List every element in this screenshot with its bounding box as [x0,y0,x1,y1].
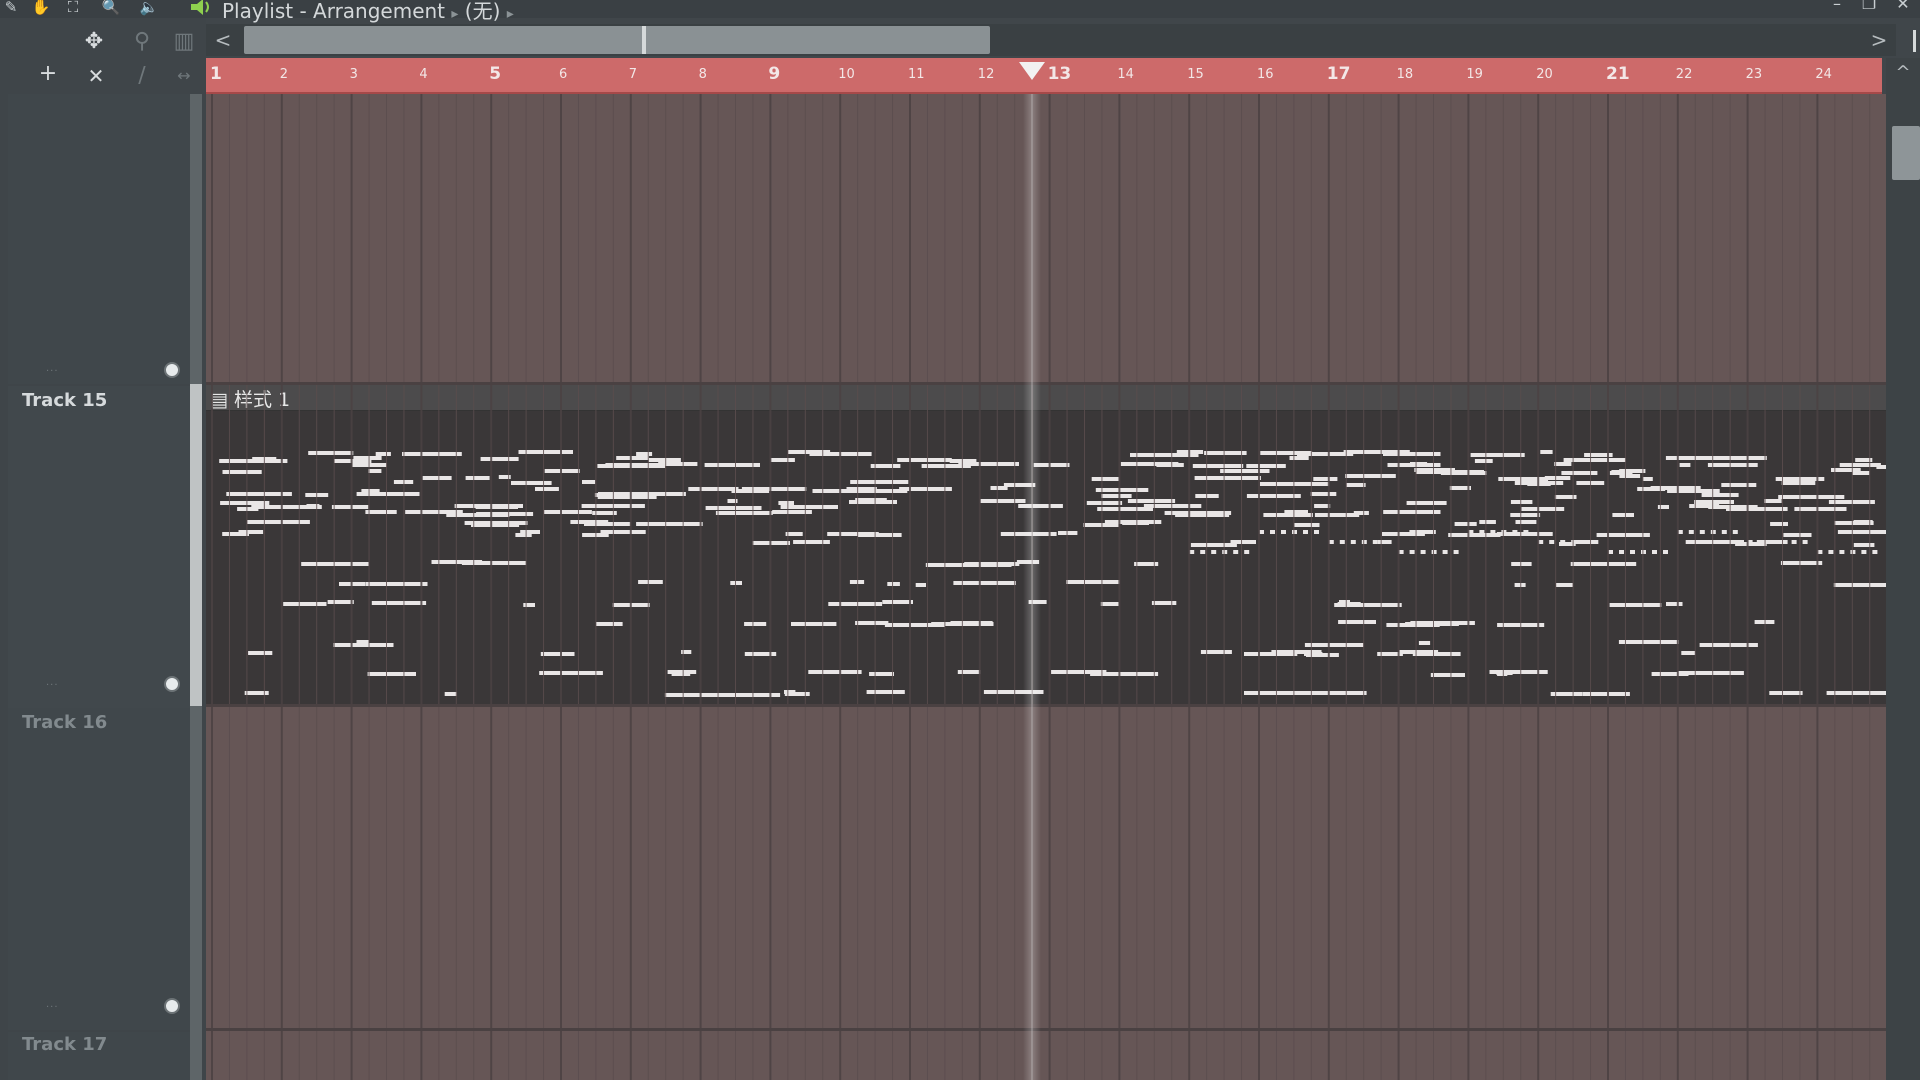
ruler-bar-number: 9 [768,64,781,84]
scroll-right-icon[interactable]: > [1862,24,1896,56]
ruler-bar-number: 21 [1606,64,1630,84]
breadcrumb-pattern[interactable]: (无) [465,0,501,23]
track-resize-grip[interactable]: ··· [46,366,59,377]
ruler-bar-number: 5 [489,64,502,84]
ruler-bar-number: 24 [1815,67,1832,82]
track-enable-dot[interactable] [164,362,180,378]
snap-icon[interactable]: ✥ [80,28,108,56]
ruler-bar-number: 11 [908,67,925,82]
track-header[interactable]: ··· [8,94,190,384]
minimize-icon[interactable]: – [1826,0,1848,14]
zoom-tool-icon[interactable]: 🔍 [100,0,122,16]
track-name: Track 16 [22,712,108,733]
playlist-tools: ✥ ⚲ ▥ + ✕ ∕ ↔ [0,18,206,94]
playlist-grid[interactable]: ▤ 样式 1 [206,94,1886,1080]
playhead-marker-icon[interactable] [1019,62,1046,80]
ruler-bar-number: 8 [698,67,707,82]
track-enable-dot[interactable] [164,676,180,692]
track-resize-grip[interactable]: ··· [46,680,59,691]
ruler-bar-number: 22 [1675,67,1693,82]
playlist-speaker-icon [191,0,209,15]
paint-tool-icon[interactable]: ✋ [30,0,52,16]
lane-divider [206,1028,1886,1031]
select-tool-icon[interactable]: ⛶ [62,0,84,16]
window-edge-marker [1913,30,1916,52]
track-headers: ··· Track 15 ··· Track 16 ··· Track 17 [0,94,206,1080]
title-label: Playlist - Arrangement [222,0,446,23]
ruler-bar-number: 16 [1257,67,1274,82]
beat-grid [211,94,1871,1080]
lane-divider [206,704,1886,707]
ruler-bar-number: 7 [628,67,638,82]
bars-icon[interactable]: ▥ [170,28,198,56]
ruler-bar-number: 20 [1536,67,1553,82]
fl-studio-playlist-window: ✎ ✋ ⛶ 🔍 🔈 Playlist - Arrangement ▸ (无) ▸… [0,0,1920,1080]
delete-icon[interactable]: ✕ [82,62,110,90]
ruler-bar-number: 15 [1187,67,1204,82]
ruler-bar-number: 2 [279,67,289,82]
track-header[interactable]: Track 17 [8,1032,190,1080]
scroll-left-icon[interactable]: < [206,24,240,56]
ruler-bar-number: 4 [419,67,428,82]
add-track-icon[interactable]: + [34,60,62,88]
ruler-bar-number: 1 [210,64,222,84]
title-bar: ✎ ✋ ⛶ 🔍 🔈 Playlist - Arrangement ▸ (无) ▸… [0,0,1920,23]
horizontal-scrollbar[interactable]: < > [206,24,1896,56]
breadcrumb-separator: ▸ [451,6,459,22]
draw-tool-icon[interactable]: ✎ [0,0,22,16]
track-divider [190,94,202,384]
playhead-line [1023,94,1042,1080]
ruler-bar-number: 13 [1047,64,1072,84]
stretch-icon[interactable]: ↔ [170,62,198,90]
track-resize-grip[interactable]: ··· [46,1002,59,1013]
ruler-bar-number: 12 [977,67,995,82]
track-header[interactable]: Track 15 ··· [8,386,190,708]
track-name: Track 17 [22,1034,108,1055]
close-icon[interactable]: ✕ [1892,0,1914,14]
ruler-bar-number: 19 [1466,67,1483,82]
breadcrumb-end: ▸ [506,6,514,22]
ruler-bar-number: 14 [1117,67,1134,82]
track-divider [190,384,202,706]
restore-icon[interactable]: ❐ [1858,0,1880,14]
vertical-scrollbar[interactable]: ^ [1886,58,1920,1080]
track-name: Track 15 [22,390,108,411]
scroll-thumb[interactable] [244,26,990,54]
lane-divider [206,382,1886,385]
vertical-scroll-thumb[interactable] [1892,126,1920,180]
slide-icon[interactable]: ∕ [128,62,156,90]
scroll-up-icon[interactable]: ^ [1886,62,1920,86]
link-icon[interactable]: ⚲ [128,28,156,56]
track-enable-dot[interactable] [164,998,180,1014]
scroll-thumb-grip[interactable] [642,26,646,54]
ruler-bar-number: 18 [1396,67,1414,82]
track-divider [190,706,202,1080]
ruler-bar-number: 3 [349,67,358,82]
track-header[interactable]: Track 16 ··· [8,708,190,1030]
ruler-bar-number: 10 [838,67,855,82]
window-title: Playlist - Arrangement ▸ (无) ▸ [222,0,514,24]
ruler-bar-number: 17 [1326,64,1351,84]
ruler-bar-number: 6 [559,67,568,82]
ruler-bar-number: 23 [1745,67,1763,82]
playback-tool-icon[interactable]: 🔈 [138,0,160,16]
